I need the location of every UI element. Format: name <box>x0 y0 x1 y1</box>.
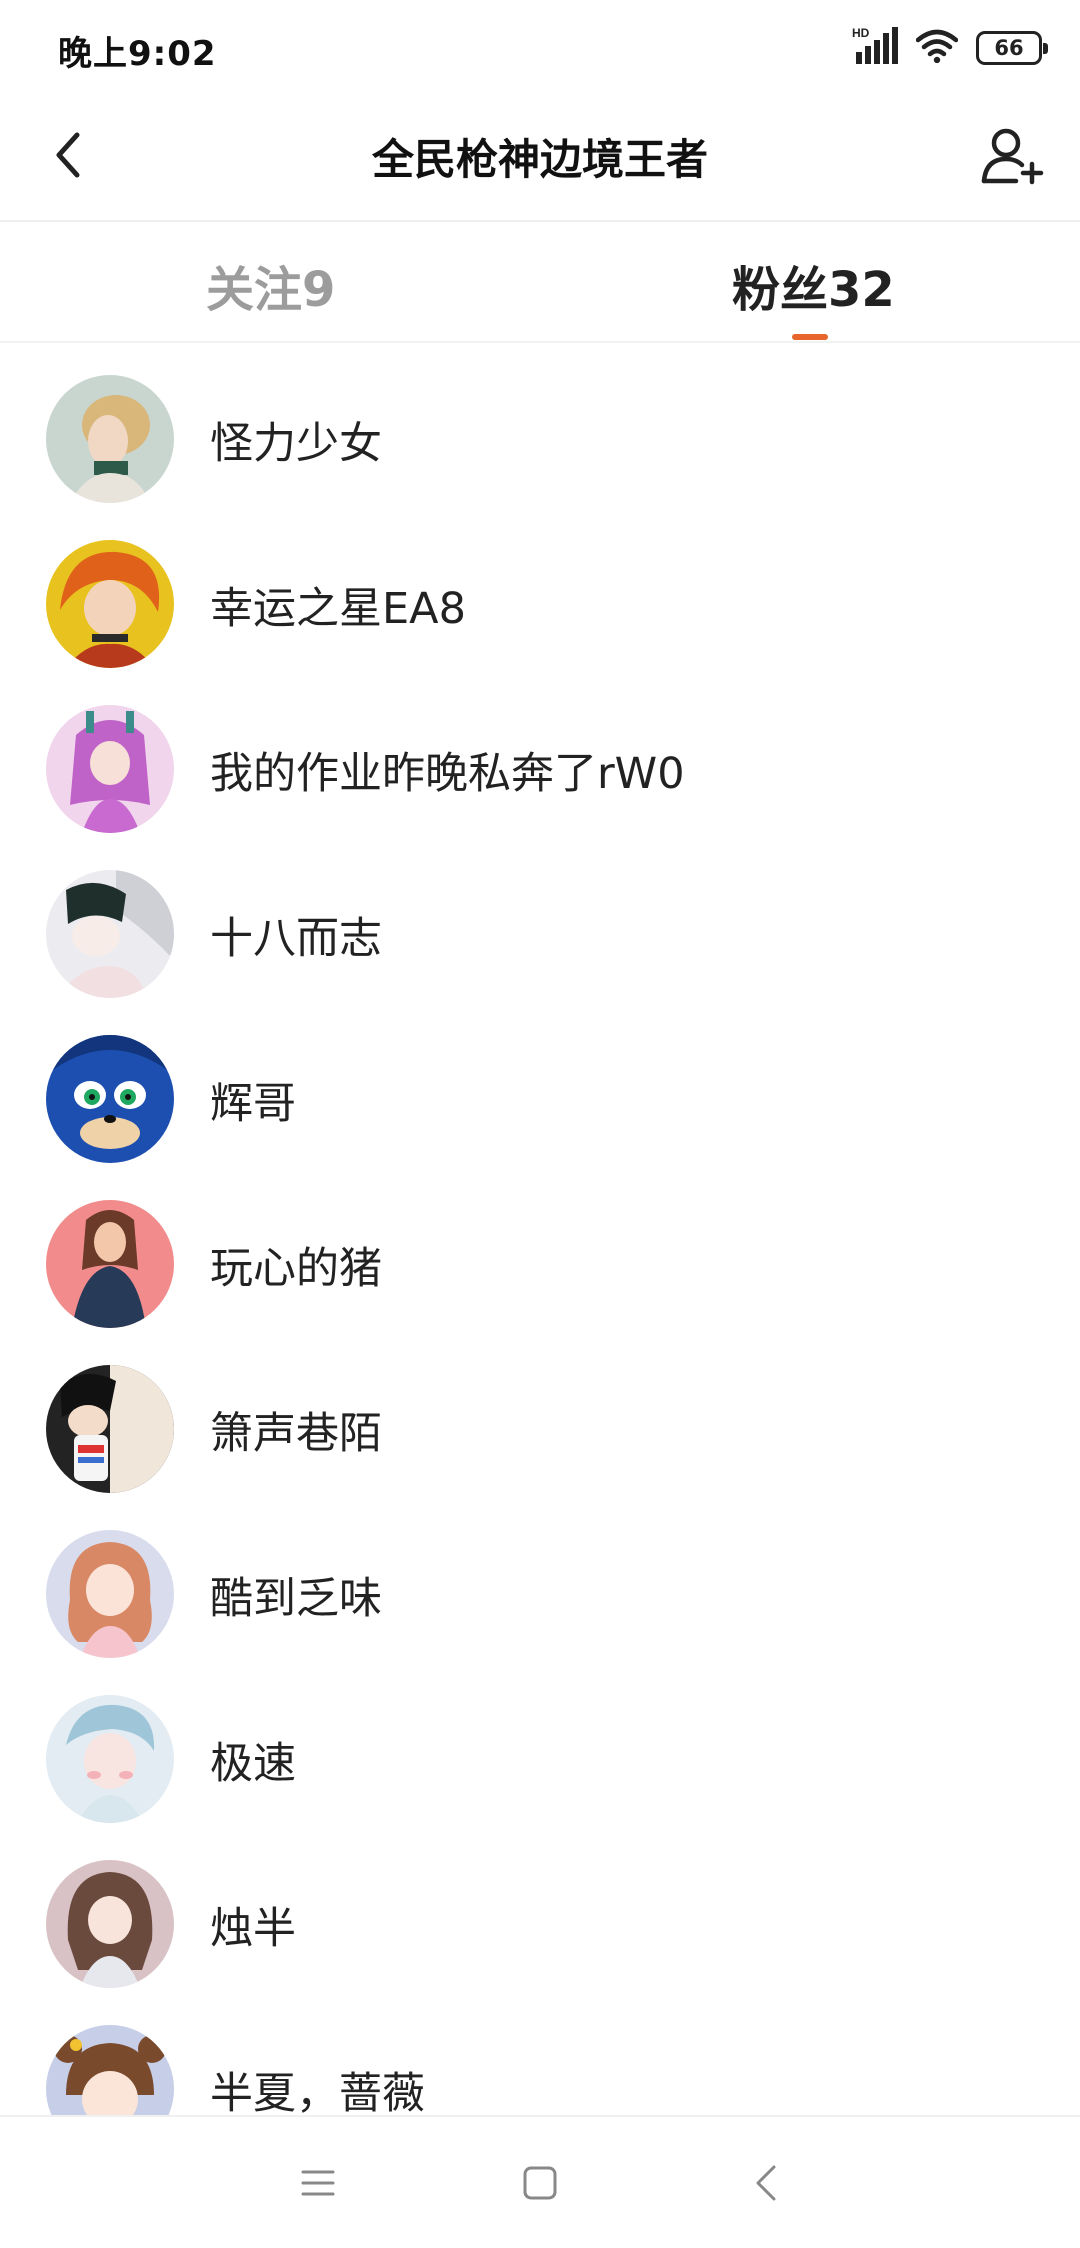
list-item[interactable]: 十八而志 <box>0 870 1080 1035</box>
fan-name: 烛半 <box>210 1904 296 1954</box>
avatar[interactable] <box>46 870 174 998</box>
list-item[interactable]: 烛半 <box>0 1860 1080 2025</box>
menu-button[interactable] <box>288 2153 348 2213</box>
fan-name: 酷到乏味 <box>210 1574 382 1624</box>
fan-name: 十八而志 <box>210 914 382 964</box>
list-item[interactable]: 箫声巷陌 <box>0 1365 1080 1530</box>
list-item[interactable]: 极速 <box>0 1695 1080 1860</box>
avatar[interactable] <box>46 1200 174 1328</box>
avatar[interactable] <box>46 375 174 503</box>
avatar[interactable] <box>46 705 174 833</box>
list-item[interactable]: 辉哥 <box>0 1035 1080 1200</box>
avatar[interactable] <box>46 1530 174 1658</box>
list-item[interactable]: 我的作业昨晚私奔了rW0 <box>0 705 1080 870</box>
system-back-button[interactable] <box>736 2153 796 2213</box>
fans-list: 怪力少女 幸运之星EA8 我的作业昨晚私奔了rW0 十八而志 辉哥 玩心的猪 箫… <box>0 375 1080 2115</box>
list-item[interactable]: 玩心的猪 <box>0 1200 1080 1365</box>
avatar[interactable] <box>46 1365 174 1493</box>
status-time: 晚上9:02 <box>58 34 217 74</box>
wifi-icon <box>915 29 959 67</box>
add-user-button[interactable] <box>974 118 1050 194</box>
fan-name: 怪力少女 <box>210 419 382 469</box>
avatar[interactable] <box>46 1695 174 1823</box>
signal-icon: HD <box>852 26 898 70</box>
system-nav-bar <box>0 2115 1080 2248</box>
fan-name: 箫声巷陌 <box>210 1409 382 1459</box>
list-item[interactable]: 怪力少女 <box>0 375 1080 540</box>
tab-following[interactable]: 关注9 <box>206 250 335 320</box>
back-triangle-icon <box>756 2165 776 2201</box>
page-title: 全民枪神边境王者 <box>371 135 708 184</box>
status-icons: HD 66 <box>852 26 1048 70</box>
list-item[interactable]: 半夏，蔷薇 <box>0 2025 1080 2115</box>
fan-name: 半夏，蔷薇 <box>210 2069 425 2115</box>
list-item[interactable]: 幸运之星EA8 <box>0 540 1080 705</box>
battery-icon: 66 <box>976 31 1048 65</box>
status-bar: 晚上9:02 HD 66 <box>0 0 1080 96</box>
avatar[interactable] <box>46 1035 174 1163</box>
tab-bar: 关注9 粉丝32 <box>0 222 1080 342</box>
list-item[interactable]: 酷到乏味 <box>0 1530 1080 1695</box>
network-label: HD <box>852 26 870 40</box>
tabs-divider <box>0 341 1080 343</box>
fan-name: 幸运之星EA8 <box>210 584 466 634</box>
fan-name: 我的作业昨晚私奔了rW0 <box>210 749 685 799</box>
home-square-icon <box>523 2166 557 2200</box>
fan-name: 玩心的猪 <box>210 1244 382 1294</box>
avatar[interactable] <box>46 2025 174 2115</box>
avatar[interactable] <box>46 540 174 668</box>
header: 全民枪神边境王者 <box>0 96 1080 221</box>
active-tab-indicator <box>792 334 828 340</box>
home-button[interactable] <box>510 2153 570 2213</box>
add-user-icon <box>981 128 1044 185</box>
fan-name: 辉哥 <box>210 1079 296 1129</box>
avatar[interactable] <box>46 1860 174 1988</box>
fan-name: 极速 <box>210 1739 296 1789</box>
battery-level: 66 <box>994 36 1024 60</box>
tab-fans[interactable]: 粉丝32 <box>732 250 895 320</box>
menu-icon <box>301 2170 335 2196</box>
